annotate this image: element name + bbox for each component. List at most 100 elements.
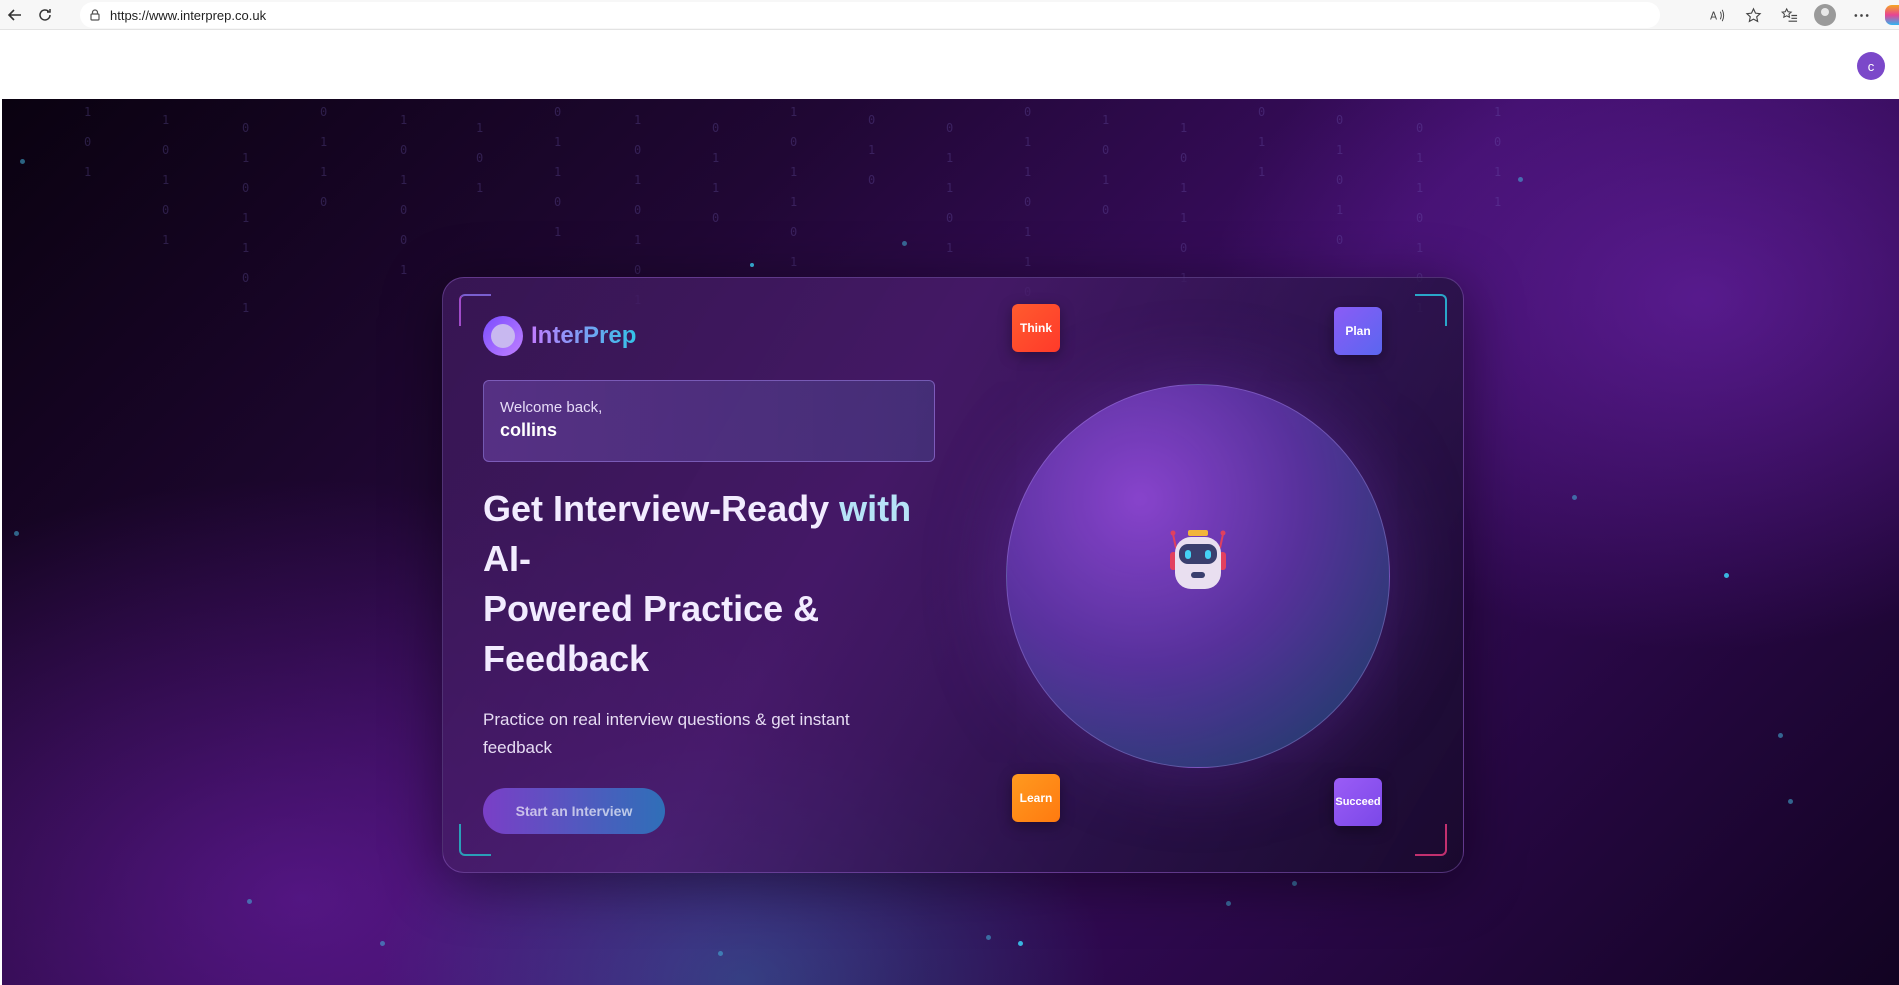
matrix-digit: 1	[242, 211, 250, 225]
matrix-digit: 1	[1180, 211, 1188, 225]
headline-line3: Feedback	[483, 638, 650, 679]
copilot-icon[interactable]	[1885, 5, 1899, 25]
matrix-digit: 1	[634, 233, 642, 247]
matrix-digit: 0	[320, 105, 328, 119]
logo-icon	[483, 316, 523, 356]
matrix-digit: 1	[1180, 121, 1188, 135]
matrix-digit: 1	[1258, 165, 1266, 179]
hero-card: InterPrep Welcome back, collins Get Inte…	[442, 277, 1464, 873]
lock-icon	[90, 9, 100, 21]
matrix-digit: 0	[1258, 105, 1266, 119]
matrix-digit: 0	[242, 181, 250, 195]
matrix-digit: 1	[554, 135, 562, 149]
succeed-badge: Succeed	[1334, 778, 1382, 826]
matrix-digit: 0	[162, 203, 170, 217]
matrix-digit: 0	[868, 113, 876, 127]
matrix-digit: 1	[1024, 165, 1032, 179]
corner-accent	[459, 824, 491, 856]
matrix-digit: 0	[634, 203, 642, 217]
favorites-list-icon[interactable]	[1771, 0, 1807, 30]
matrix-digit: 1	[1416, 181, 1424, 195]
think-badge: Think	[1012, 304, 1060, 352]
hero-section: 1 0 1 1 0 1 0 1 0 1 0 1 1 0 1 0 1 1 0 1 0 1 0 0 1 1 0 1 0 1 1 0 1 1 0 1 0 1 0 1…	[2, 99, 1899, 985]
matrix-digit: 1	[1494, 195, 1502, 209]
matrix-digit: 1	[400, 113, 408, 127]
matrix-digit: 1	[946, 181, 954, 195]
matrix-digit: 1	[1416, 151, 1424, 165]
welcome-text: Welcome back,	[500, 399, 603, 416]
matrix-digit: 1	[242, 151, 250, 165]
matrix-digit: 1	[1494, 165, 1502, 179]
matrix-digit: 1	[790, 255, 798, 269]
matrix-digit: 0	[790, 135, 798, 149]
back-icon[interactable]	[0, 0, 30, 30]
corner-accent	[1415, 294, 1447, 326]
corner-accent	[1415, 824, 1447, 856]
matrix-digit: 1	[946, 151, 954, 165]
matrix-digit: 0	[554, 105, 562, 119]
matrix-digit: 0	[400, 143, 408, 157]
svg-text:A: A	[1709, 10, 1717, 22]
headline-part1: Get Interview-Ready	[483, 488, 840, 529]
matrix-digit: 0	[1024, 105, 1032, 119]
matrix-digit: 1	[790, 105, 798, 119]
profile-icon[interactable]	[1807, 0, 1843, 30]
matrix-digit: 1	[162, 113, 170, 127]
more-icon[interactable]	[1843, 0, 1879, 30]
matrix-digit: 1	[946, 241, 954, 255]
refresh-icon[interactable]	[30, 0, 60, 30]
favorite-star-icon[interactable]	[1735, 0, 1771, 30]
learn-badge: Learn	[1012, 774, 1060, 822]
matrix-digit: 1	[1180, 181, 1188, 195]
matrix-digit: 0	[634, 263, 642, 277]
matrix-digit: 0	[1416, 211, 1424, 225]
matrix-digit: 0	[1180, 151, 1188, 165]
matrix-digit: 0	[1336, 113, 1344, 127]
matrix-digit: 1	[790, 165, 798, 179]
subtitle: Practice on real interview questions & g…	[483, 710, 850, 757]
brand[interactable]: InterPrep	[483, 316, 636, 356]
browser-toolbar: https://www.interprep.co.uk A	[0, 0, 1899, 30]
robot-icon	[1170, 530, 1226, 589]
matrix-digit: 1	[400, 173, 408, 187]
matrix-digit: 0	[712, 121, 720, 135]
matrix-digit: 1	[476, 181, 484, 195]
matrix-digit: 0	[1024, 195, 1032, 209]
matrix-digit: 1	[790, 195, 798, 209]
matrix-digit: 1	[1494, 105, 1502, 119]
matrix-digit: 1	[712, 151, 720, 165]
start-interview-button[interactable]: Start an Interview	[483, 788, 665, 834]
matrix-digit: 0	[84, 135, 92, 149]
matrix-digit: 0	[400, 233, 408, 247]
matrix-digit: 0	[1180, 241, 1188, 255]
matrix-digit: 0	[554, 195, 562, 209]
url-text: https://www.interprep.co.uk	[110, 7, 267, 23]
matrix-digit: 0	[242, 271, 250, 285]
matrix-digit: 1	[1416, 241, 1424, 255]
matrix-digit: 1	[1024, 225, 1032, 239]
welcome-box: Welcome back, collins	[483, 380, 935, 462]
matrix-digit: 1	[868, 143, 876, 157]
matrix-digit: 1	[242, 241, 250, 255]
matrix-digit: 1	[1024, 255, 1032, 269]
matrix-digit: 0	[712, 211, 720, 225]
matrix-digit: 0	[400, 203, 408, 217]
matrix-digit: 1	[1102, 113, 1110, 127]
matrix-digit: 0	[1494, 135, 1502, 149]
headline-line2: Powered Practice &	[483, 588, 820, 629]
matrix-digit: 0	[946, 211, 954, 225]
matrix-digit: 1	[242, 301, 250, 315]
matrix-digit: 1	[320, 165, 328, 179]
matrix-digit: 0	[1102, 203, 1110, 217]
brand-name: InterPrep	[531, 322, 637, 349]
matrix-digit: 1	[554, 165, 562, 179]
address-bar[interactable]: https://www.interprep.co.uk	[80, 2, 1660, 28]
matrix-digit: 1	[400, 263, 408, 277]
matrix-digit: 1	[320, 135, 328, 149]
avatar[interactable]: c	[1857, 52, 1885, 80]
matrix-digit: 1	[1024, 135, 1032, 149]
headline-with: with	[839, 488, 912, 529]
matrix-digit: 0	[162, 143, 170, 157]
read-aloud-icon[interactable]: A	[1699, 0, 1735, 30]
matrix-digit: 1	[1336, 203, 1344, 217]
